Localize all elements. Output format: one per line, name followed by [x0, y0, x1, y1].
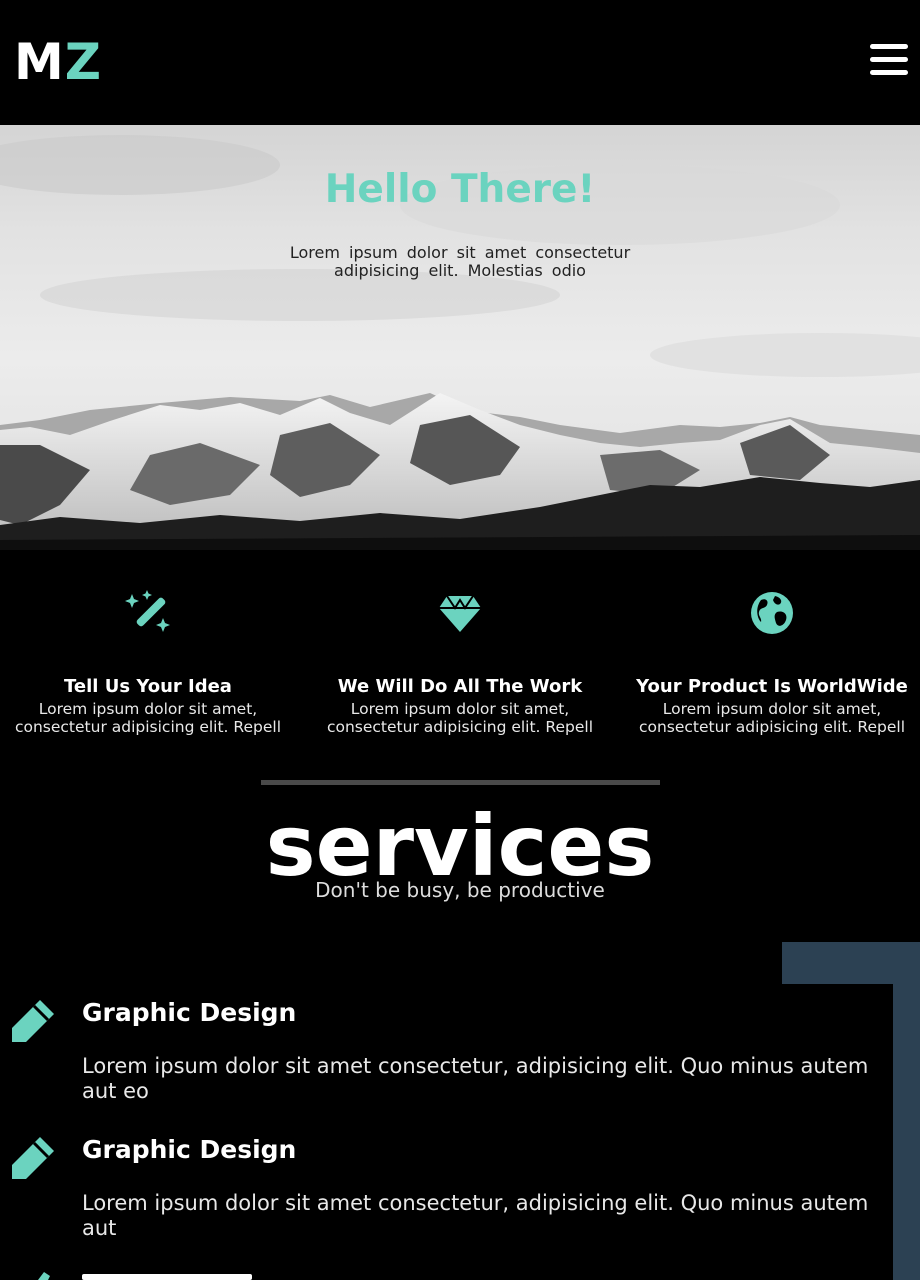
feature-title: Tell Us Your Idea	[64, 676, 232, 697]
hero-text-line: adipisicing elit. Molestias odio	[334, 261, 586, 280]
logo-letter-z: Z	[64, 33, 103, 91]
feature-text-line: consectetur adipisicing elit. Repell	[326, 718, 594, 736]
service-text-line: aut eo	[82, 1079, 149, 1103]
service-text-line: aut	[82, 1216, 117, 1240]
feature-text-line: consectetur adipisicing elit. Repell	[638, 718, 906, 736]
globe-icon	[751, 592, 793, 634]
decorative-frame-top	[782, 942, 893, 984]
feature-description: Lorem ipsum dolor sit amet, consectetur …	[310, 700, 610, 736]
feature-title: Your Product Is WorldWide	[636, 676, 908, 697]
pencil-icon	[12, 1137, 54, 1179]
decorative-frame-side	[893, 942, 920, 1280]
feature-text-line: Lorem ipsum dolor sit amet,	[38, 700, 258, 718]
feature-card-idea: Tell Us Your Idea Lorem ipsum dolor sit …	[0, 588, 298, 736]
feature-description: Lorem ipsum dolor sit amet, consectetur …	[622, 700, 920, 736]
feature-text-line: consectetur adipisicing elit. Repell	[14, 718, 282, 736]
services-subtitle: Don't be busy, be productive	[315, 878, 605, 902]
section-divider	[261, 780, 660, 785]
feature-text-line: Lorem ipsum dolor sit amet,	[350, 700, 570, 718]
hero-banner: Hello There! Lorem ipsum dolor sit amet …	[0, 125, 920, 550]
feature-description: Lorem ipsum dolor sit amet, consectetur …	[0, 700, 298, 736]
service-description: Lorem ipsum dolor sit amet consectetur, …	[82, 1054, 882, 1104]
service-text-line: Lorem ipsum dolor sit amet consectetur, …	[82, 1191, 869, 1215]
feature-text-line: Lorem ipsum dolor sit amet,	[662, 700, 882, 718]
service-text-line: Lorem ipsum dolor sit amet consectetur, …	[82, 1054, 869, 1078]
site-header: MZ	[0, 0, 920, 125]
hero-description: Lorem ipsum dolor sit amet consectetur a…	[280, 244, 640, 280]
hamburger-menu-icon[interactable]	[868, 40, 910, 80]
pencil-icon	[38, 1272, 50, 1280]
site-logo[interactable]: MZ	[14, 34, 102, 90]
logo-letter-m: M	[14, 33, 65, 91]
feature-card-worldwide: Your Product Is WorldWide Lorem ipsum do…	[622, 588, 920, 736]
feature-card-work: We Will Do All The Work Lorem ipsum dolo…	[310, 588, 610, 736]
service-title-cropped	[82, 1274, 252, 1280]
service-description: Lorem ipsum dolor sit amet consectetur, …	[82, 1191, 882, 1241]
service-title: Graphic Design	[82, 998, 297, 1027]
diamond-icon	[439, 595, 481, 632]
feature-title: We Will Do All The Work	[337, 676, 583, 697]
magic-wand-icon	[125, 590, 170, 632]
hero-text-line: Lorem ipsum dolor sit amet consectetur	[289, 243, 631, 262]
service-title: Graphic Design	[82, 1135, 297, 1164]
hero-title: Hello There!	[324, 167, 596, 212]
pencil-icon	[12, 1000, 54, 1042]
